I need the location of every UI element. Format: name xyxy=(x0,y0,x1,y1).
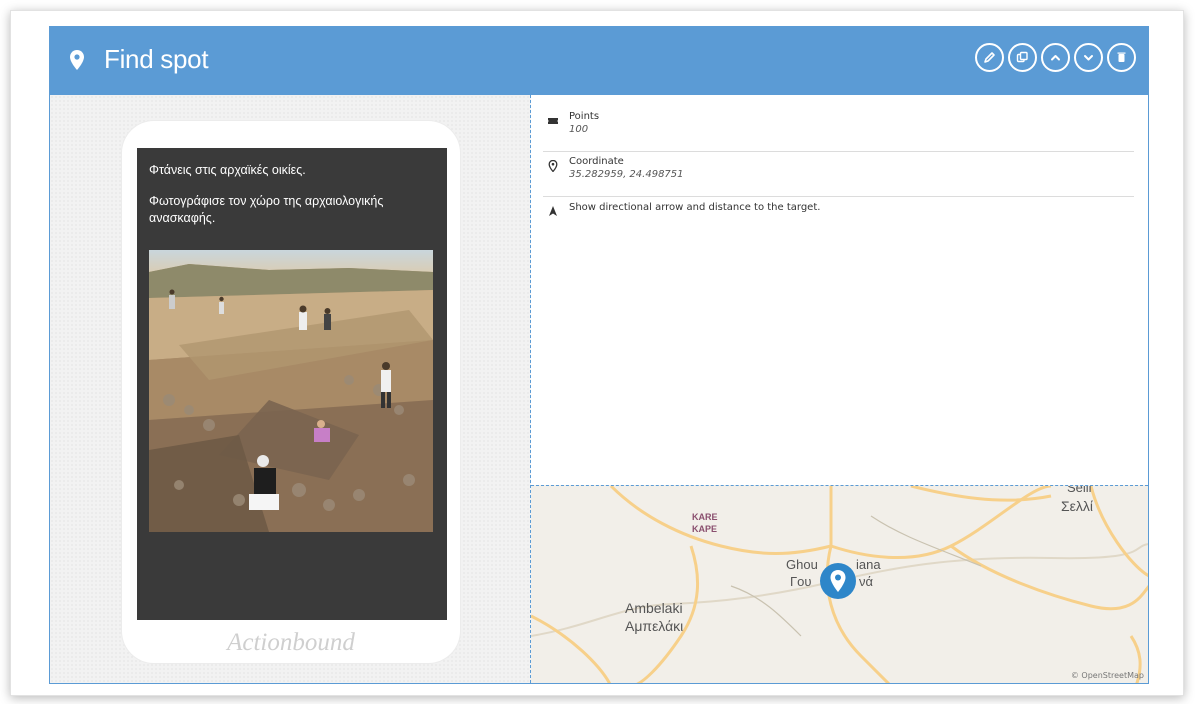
excavation-site-photo xyxy=(149,250,433,532)
panel-actions xyxy=(975,43,1136,72)
preview-pane: Φτάνεις στις αρχαϊκές οικίες. Φωτογράφισ… xyxy=(50,95,531,683)
coordinate-label: Coordinate xyxy=(569,156,624,167)
map-attribution: © OpenStreetMap xyxy=(1070,671,1144,680)
copy-icon xyxy=(1016,51,1028,63)
points-row: Points 100 xyxy=(543,111,1134,152)
map-label-ambelaki: Ambelaki xyxy=(625,600,683,616)
arrow-label: Show directional arrow and distance to t… xyxy=(569,202,821,213)
edit-button[interactable] xyxy=(975,43,1004,72)
panel-title: Find spot xyxy=(104,44,209,74)
map-label-va-greek: νά xyxy=(859,574,874,589)
actionbound-logo: Actionbound xyxy=(227,629,355,656)
map-label-gou-greek: Γου xyxy=(790,574,812,589)
points-value: 100 xyxy=(569,124,589,135)
location-pin-icon xyxy=(548,160,558,172)
coordinate-value: 35.282959, 24.498751 xyxy=(569,169,684,180)
map-marker-icon[interactable] xyxy=(819,562,857,602)
preview-text-line2: Φωτογράφισε τον χώρο της αρχαιολογικής α… xyxy=(149,194,384,225)
phone-screen: Φτάνεις στις αρχαϊκές οικίες. Φωτογράφισ… xyxy=(137,148,447,620)
chevron-up-icon xyxy=(1051,55,1060,61)
map-label-iana: iana xyxy=(856,557,881,572)
map-label-kare-greek: KAPE xyxy=(692,524,718,534)
points-label: Points xyxy=(569,111,600,122)
trash-icon xyxy=(1117,52,1126,62)
map-label-selli: Selli xyxy=(1067,485,1092,495)
chevron-down-icon xyxy=(1084,55,1093,61)
move-up-button[interactable] xyxy=(1041,43,1070,72)
phone-preview: Φτάνεις στις αρχαϊκές οικίες. Φωτογράφισ… xyxy=(122,121,460,663)
move-down-button[interactable] xyxy=(1074,43,1103,72)
ticket-icon xyxy=(548,118,558,124)
arrow-up-icon xyxy=(549,206,557,216)
coordinate-row: Coordinate 35.282959, 24.498751 xyxy=(543,156,1134,197)
arrow-row: Show directional arrow and distance to t… xyxy=(543,201,1134,223)
map-label-ghou: Ghou xyxy=(786,557,818,572)
copy-button[interactable] xyxy=(1008,43,1037,72)
details-pane: Points 100 Coordinate 35.282959, 24.4987… xyxy=(531,95,1148,683)
location-pin-icon xyxy=(70,50,84,74)
location-map[interactable]: KARE KAPE Ghou iana Γου νά Ambelaki Αμπε… xyxy=(531,485,1148,683)
map-label-ambelaki-greek: Αμπελάκι xyxy=(625,618,684,634)
panel-header: Find spot xyxy=(50,27,1148,95)
preview-text-line1: Φτάνεις στις αρχαϊκές οικίες. xyxy=(149,163,306,177)
map-label-kare: KARE xyxy=(692,512,718,522)
find-spot-panel: Find spot Φτάνεις στις αρχαϊκές οικίες. … xyxy=(49,26,1149,684)
pencil-icon xyxy=(984,52,995,63)
delete-button[interactable] xyxy=(1107,43,1136,72)
map-label-selli-greek: Σελλί xyxy=(1061,498,1094,514)
